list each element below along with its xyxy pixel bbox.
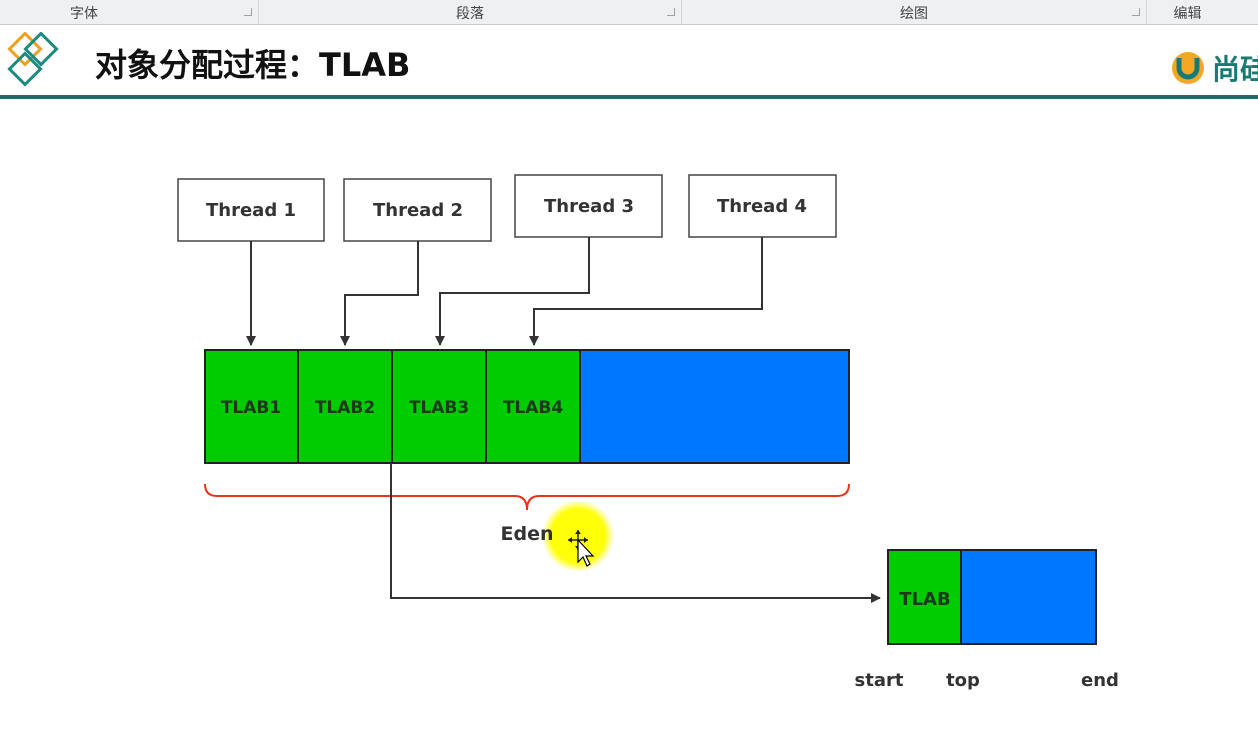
connector-arrow-4	[529, 237, 763, 346]
thread-box-2: Thread 2	[343, 178, 492, 242]
detail-arrow	[390, 463, 881, 603]
tlab-detail: TLAB	[887, 549, 1097, 645]
thread-box-4: Thread 4	[688, 174, 837, 238]
thread-box-3: Thread 3	[514, 174, 663, 238]
tlab-label: TLAB2	[315, 398, 375, 418]
end-label: end	[1081, 670, 1119, 691]
top-label: top	[946, 670, 980, 691]
tlab-detail-label: TLAB	[899, 589, 950, 610]
eden-label: Eden	[501, 523, 554, 545]
tlab-label: TLAB1	[221, 398, 281, 418]
thread-label: Thread 1	[206, 200, 296, 221]
connector-arrow-3	[435, 237, 590, 346]
tlab-diagram: Thread 1 Thread 2 Thread 3 Thread 4 TLAB…	[177, 174, 1119, 691]
tlab-label: TLAB4	[503, 398, 564, 418]
thread-label: Thread 2	[373, 200, 463, 221]
thread-label: Thread 4	[717, 196, 807, 217]
eden-bar: TLAB1 TLAB2 TLAB3 TLAB4	[204, 349, 850, 464]
thread-box-1: Thread 1	[177, 178, 325, 242]
connector-arrow-2	[340, 241, 419, 346]
thread-label: Thread 3	[544, 196, 634, 217]
start-label: start	[855, 670, 904, 691]
eden-brace	[204, 483, 850, 511]
tlab-label: TLAB3	[409, 398, 469, 418]
